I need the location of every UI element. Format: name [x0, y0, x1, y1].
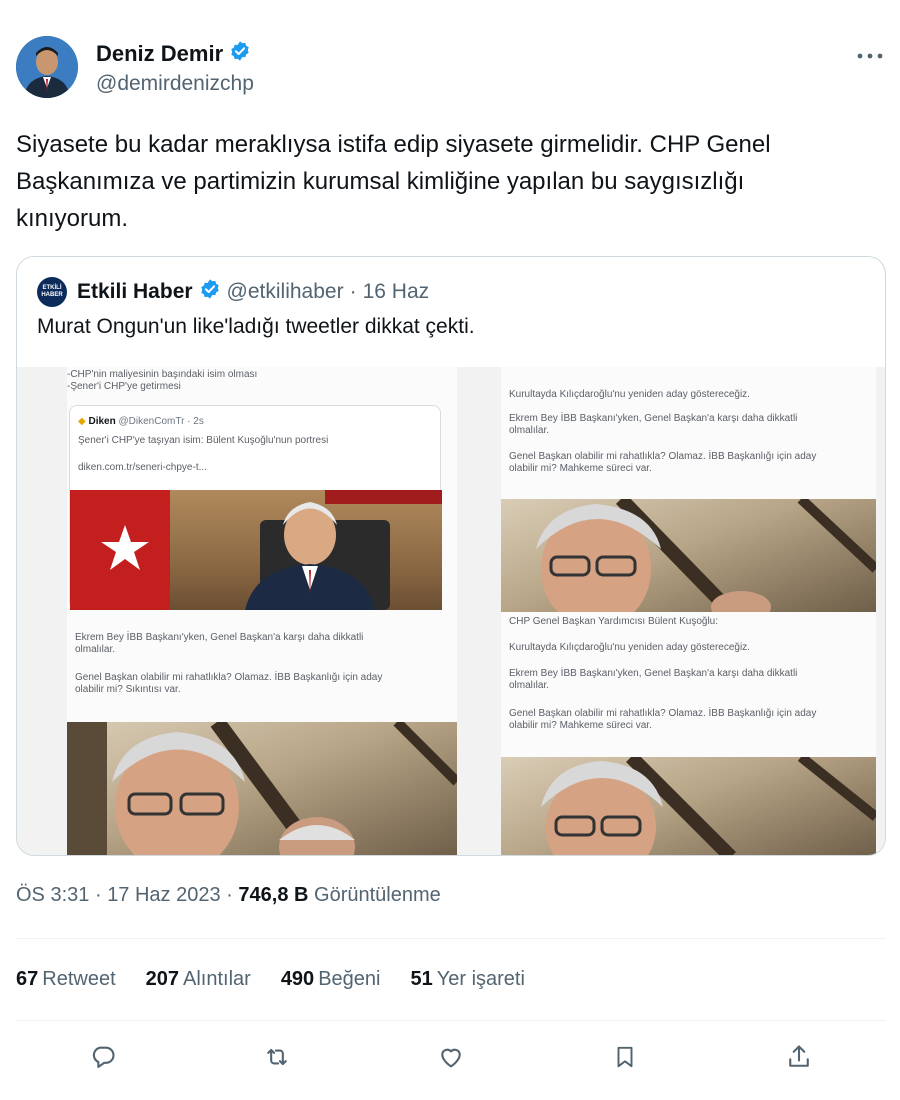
- embed-link: diken.com.tr/seneri-chpye-t...: [78, 462, 207, 473]
- author-handle[interactable]: @demirdenizchp: [96, 72, 254, 96]
- tweet-text: Siyasete bu kadar meraklıysa istifa edip…: [16, 126, 876, 237]
- divider: [16, 1020, 886, 1021]
- bookmark-stat[interactable]: 51 Yer işareti: [410, 968, 524, 991]
- tile-photo: [501, 752, 876, 855]
- quote-stat[interactable]: 207 Alıntılar: [146, 968, 251, 991]
- retweet-stat[interactable]: 67 Retweet: [16, 968, 116, 991]
- like-stat[interactable]: 490 Beğeni: [281, 968, 381, 991]
- image-tile-bottom-right[interactable]: CHP Genel Başkan Yardımcısı Bülent Kuşoğ…: [501, 612, 876, 855]
- action-bar: [16, 1035, 886, 1079]
- meta-separator: ·: [226, 884, 233, 906]
- tile-text-line: olabilir mi? Sıkıntısı var.: [75, 684, 181, 695]
- views-count: 746,8 B: [238, 884, 309, 906]
- tile-text-line: olmalılar.: [509, 425, 550, 436]
- views-label: Görüntülenme: [314, 884, 441, 906]
- quoted-display-name[interactable]: Etkili Haber: [77, 280, 193, 304]
- tweet-text-line: Başkanımıza ve partimizin kurumsal kimli…: [16, 168, 745, 195]
- meta-separator: ·: [94, 884, 102, 906]
- quoted-author-avatar[interactable]: ETKİLİ HABER: [37, 277, 67, 307]
- tweet-header: Deniz Demir @demirdenizchp: [16, 36, 886, 100]
- tile-text-line: -Şener'i CHP'ye getirmesi: [67, 381, 181, 392]
- embed-photo: [70, 490, 442, 610]
- tile-text-line: Ekrem Bey İBB Başkanı'yken, Genel Başkan…: [509, 413, 798, 424]
- retweet-label: Retweet: [42, 968, 116, 990]
- bookmark-count: 51: [410, 968, 433, 990]
- tile-text-line: olabilir mi? Mahkeme süreci var.: [509, 463, 652, 474]
- more-options-icon[interactable]: [854, 42, 886, 70]
- tile-text-line: Genel Başkan olabilir mi rahatlıkla? Ola…: [509, 451, 817, 462]
- tile-text-line: Kurultayda Kılıçdaroğlu'nu yeniden aday …: [509, 642, 750, 653]
- image-tile-top-right[interactable]: Kurultayda Kılıçdaroğlu'nu yeniden aday …: [501, 367, 876, 612]
- engagement-stats: 67 Retweet 207 Alıntılar 490 Beğeni 51 Yer i…: [16, 968, 525, 991]
- image-tile-bottom-left[interactable]: Ekrem Bey İBB Başkanı'yken, Genel Başkan…: [67, 612, 457, 855]
- embed-source-name: Diken: [88, 416, 116, 427]
- author-display-name[interactable]: Deniz Demir: [96, 41, 223, 67]
- tile-text-line: olabilir mi? Mahkeme süreci var.: [509, 720, 652, 731]
- tile-text-line: Ekrem Bey İBB Başkanı'yken, Genel Başkan…: [509, 668, 798, 679]
- tile-text-line: Kurultayda Kılıçdaroğlu'nu yeniden aday …: [509, 389, 750, 400]
- embedded-link-card: ◆ Diken @DikenComTr · 2s Şener'i CHP'ye …: [69, 405, 442, 610]
- share-icon[interactable]: [777, 1035, 821, 1079]
- like-icon[interactable]: [429, 1035, 473, 1079]
- bookmark-icon[interactable]: [603, 1035, 647, 1079]
- tile-text-line: Genel Başkan olabilir mi rahatlıkla? Ola…: [75, 672, 383, 683]
- verified-badge-icon: [199, 278, 221, 306]
- retweet-count: 67: [16, 968, 39, 990]
- quoted-tweet-header: ETKİLİ HABER Etkili Haber @etkilihaber ·…: [37, 277, 429, 307]
- tweet-time[interactable]: ÖS 3:31: [16, 884, 89, 906]
- embed-source-icon: ◆: [78, 416, 86, 427]
- tile-photo: [501, 494, 876, 612]
- like-count: 490: [280, 968, 315, 990]
- tweet-text-line: kınıyorum.: [16, 205, 129, 232]
- tile-text-line: -CHP'nin maliyesinin başındaki isim olma…: [67, 369, 258, 380]
- image-tile-top-left[interactable]: -CHP'nin maliyesinin başındaki isim olma…: [67, 367, 457, 612]
- tile-text-line: CHP Genel Başkan Yardımcısı Bülent Kuşoğ…: [509, 616, 718, 627]
- retweet-icon[interactable]: [255, 1035, 299, 1079]
- like-label: Beğeni: [318, 968, 381, 990]
- bookmark-label: Yer işareti: [436, 968, 525, 990]
- quoted-separator: ·: [349, 280, 357, 303]
- tile-text-line: olmalılar.: [75, 644, 116, 655]
- tweet-date[interactable]: 17 Haz 2023: [107, 884, 220, 906]
- tile-photo: [67, 717, 457, 855]
- reply-icon[interactable]: [81, 1035, 125, 1079]
- tile-text-line: Ekrem Bey İBB Başkanı'yken, Genel Başkan…: [75, 632, 364, 643]
- tweet-text-line: Siyasete bu kadar meraklıysa istifa edip…: [16, 131, 771, 158]
- embed-title: Şener'i CHP'ye taşıyan isim: Bülent Kuşo…: [78, 435, 329, 446]
- quote-count: 207: [145, 968, 179, 990]
- quoted-tweet-card[interactable]: ETKİLİ HABER Etkili Haber @etkilihaber ·…: [16, 256, 886, 856]
- quoted-avatar-text: ETKİLİ HABER: [41, 285, 63, 298]
- divider: [16, 938, 886, 939]
- quote-label: Alıntılar: [183, 968, 251, 990]
- embed-source-handle: @DikenComTr · 2s: [118, 416, 204, 427]
- quoted-tweet-text: Murat Ongun'un like'ladığı tweetler dikk…: [37, 315, 475, 338]
- quoted-image-grid[interactable]: -CHP'nin maliyesinin başındaki isim olma…: [17, 367, 885, 855]
- quoted-date[interactable]: 16 Haz: [363, 280, 430, 304]
- tile-text-line: olmalılar.: [509, 680, 550, 691]
- tweet-meta: ÖS 3:31 · 17 Haz 2023 · 746,8 B Görüntül…: [16, 884, 441, 907]
- quoted-handle[interactable]: @etkilihaber: [227, 280, 344, 304]
- author-avatar[interactable]: [16, 36, 78, 98]
- tile-text-line: Genel Başkan olabilir mi rahatlıkla? Ola…: [509, 708, 817, 719]
- verified-badge-icon: [229, 40, 251, 67]
